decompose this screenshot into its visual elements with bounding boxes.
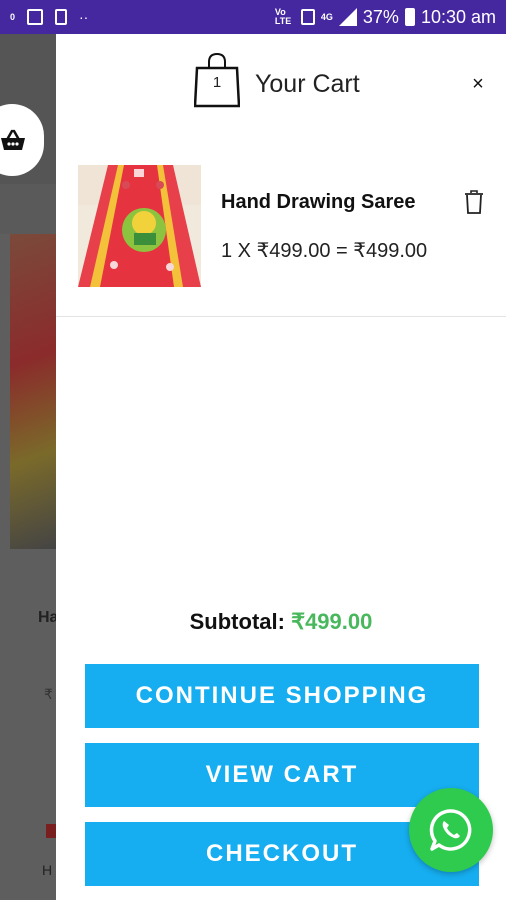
battery-percent: 37% bbox=[362, 6, 399, 27]
battery-icon bbox=[404, 8, 415, 26]
item-name[interactable]: Hand Drawing Saree bbox=[221, 191, 416, 214]
gallery-icon bbox=[55, 9, 68, 25]
status-right: Vo LTE 4G 37% 10:30 am bbox=[275, 7, 496, 28]
status-bar: 0 ·· Vo LTE 4G 37% 10:30 am bbox=[0, 0, 506, 34]
background-product-price: ₹ bbox=[44, 686, 53, 702]
close-button[interactable]: × bbox=[466, 72, 490, 96]
subtotal: Subtotal: ₹499.00 bbox=[56, 609, 506, 635]
item-price-line: 1 X ₹499.00 = ₹499.00 bbox=[221, 240, 428, 262]
sim-icon bbox=[300, 9, 315, 25]
cart-item: Hand Drawing Saree 1 X ₹499.00 = ₹499.00 bbox=[56, 134, 506, 317]
trash-icon[interactable] bbox=[464, 190, 484, 214]
signal-icon bbox=[338, 8, 357, 26]
background-nav-icon bbox=[46, 824, 56, 838]
image-icon bbox=[27, 9, 44, 25]
whatsapp-button[interactable] bbox=[409, 788, 493, 872]
saree-image bbox=[78, 165, 201, 287]
subtotal-label: Subtotal: bbox=[189, 609, 285, 634]
continue-shopping-button[interactable]: CONTINUE SHOPPING bbox=[85, 664, 479, 728]
notification-icon: 0 bbox=[10, 11, 16, 22]
basket-icon bbox=[1, 129, 25, 150]
cart-drawer: 1 Your Cart × Hand Drawing Saree 1 X ₹49… bbox=[56, 34, 506, 900]
item-thumbnail[interactable] bbox=[78, 165, 201, 287]
clock: 10:30 am bbox=[420, 6, 496, 27]
status-left-icons: 0 ·· bbox=[10, 9, 88, 25]
cart-title: Your Cart bbox=[255, 70, 360, 98]
background-band bbox=[0, 184, 56, 234]
dots-icon: ·· bbox=[79, 9, 89, 25]
whatsapp-icon bbox=[429, 809, 472, 851]
background-nav-label: H bbox=[42, 862, 53, 878]
cart-count: 1 bbox=[212, 74, 222, 91]
network-label: 4G bbox=[320, 11, 333, 22]
volte-label: Vo LTE bbox=[274, 7, 292, 26]
background-product-name: Ha bbox=[38, 609, 56, 626]
cart-header: 1 Your Cart × bbox=[56, 34, 506, 134]
view-cart-button[interactable]: VIEW CART bbox=[85, 743, 479, 807]
subtotal-amount: ₹499.00 bbox=[291, 609, 373, 634]
background-product-image bbox=[10, 234, 56, 549]
